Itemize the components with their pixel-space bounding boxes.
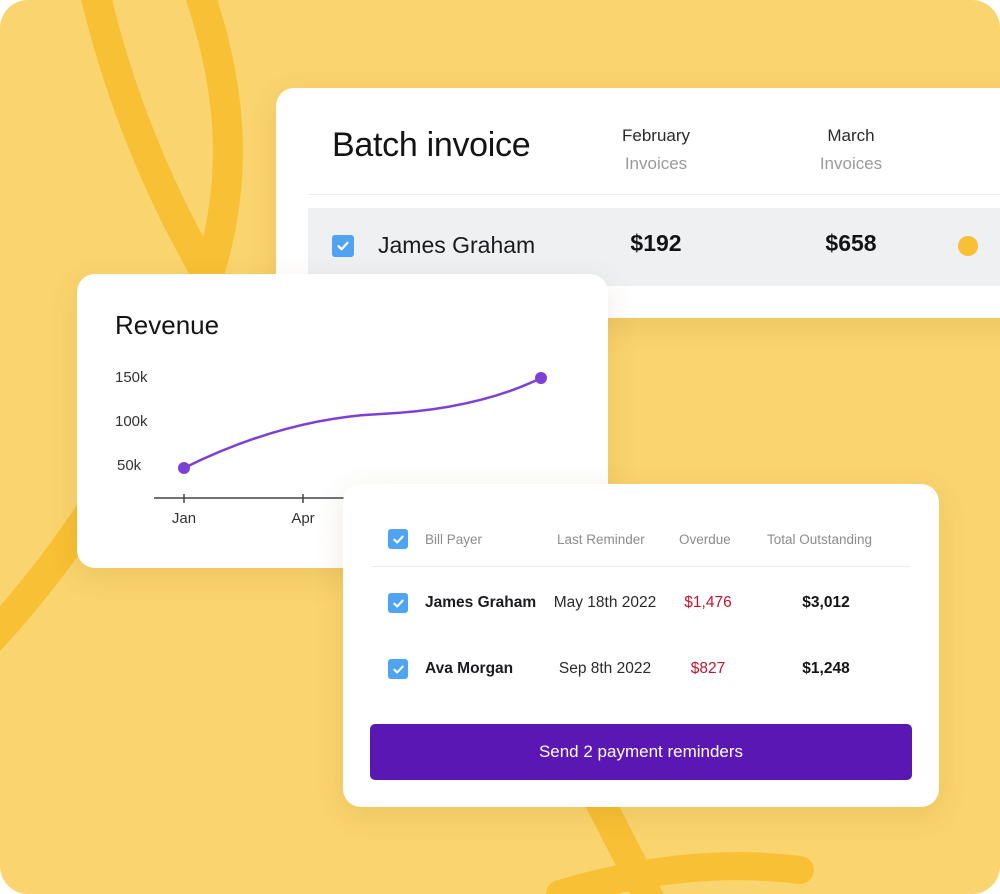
y-tick-label: 100k (115, 413, 148, 430)
divider (371, 566, 911, 567)
overdue-amount: $1,476 (684, 594, 732, 611)
header-last-reminder: Last Reminder (557, 532, 645, 547)
header-total-outstanding: Total Outstanding (767, 532, 873, 547)
illustration-background: Batch invoice February Invoices March In… (0, 0, 1000, 894)
batch-invoice-title: Batch invoice (332, 126, 531, 164)
header-overdue: Overdue (679, 532, 731, 547)
checkmark-icon (392, 665, 404, 673)
y-tick-label: 150k (115, 369, 148, 386)
data-point (535, 372, 547, 384)
overdue-amount: $827 (690, 660, 726, 677)
payer-name: James Graham (378, 232, 536, 258)
data-point (178, 462, 190, 474)
row-checkbox[interactable] (332, 235, 354, 257)
row-checkbox[interactable] (388, 593, 408, 613)
divider (308, 194, 1000, 195)
payment-reminders-card: Bill Payer Last Reminder Overdue Total O… (343, 484, 939, 807)
column-month: March (827, 126, 875, 145)
checkmark-icon (392, 535, 404, 543)
column-sub: Invoices (819, 154, 883, 173)
column-month: February (621, 126, 691, 145)
column-header-february: February Invoices (586, 122, 726, 178)
table-row[interactable]: James Graham May 18th 2022 $1,476 $3,012 (343, 588, 939, 618)
bill-payer-name: James Graham (425, 594, 537, 611)
status-dot (958, 236, 978, 256)
table-row[interactable]: Ava Morgan Sep 8th 2022 $827 $1,248 (343, 654, 939, 684)
revenue-series-line (183, 376, 542, 470)
select-all-checkbox[interactable] (388, 529, 408, 549)
column-header-march: March Invoices (781, 122, 921, 178)
x-tick-label: Apr (291, 510, 314, 527)
header-bill-payer: Bill Payer (425, 532, 483, 547)
send-reminders-button[interactable]: Send 2 payment reminders (370, 724, 912, 780)
total-outstanding: $3,012 (802, 594, 850, 611)
checkmark-icon (392, 599, 404, 607)
march-amount: $658 (825, 230, 877, 256)
checkmark-icon (337, 241, 349, 251)
column-sub: Invoices (624, 154, 688, 173)
february-amount: $192 (630, 230, 682, 256)
total-outstanding: $1,248 (802, 660, 850, 677)
bill-payer-name: Ava Morgan (425, 660, 514, 677)
row-checkbox[interactable] (388, 659, 408, 679)
y-tick-label: 50k (117, 457, 142, 474)
x-tick-label: Jan (172, 510, 196, 527)
